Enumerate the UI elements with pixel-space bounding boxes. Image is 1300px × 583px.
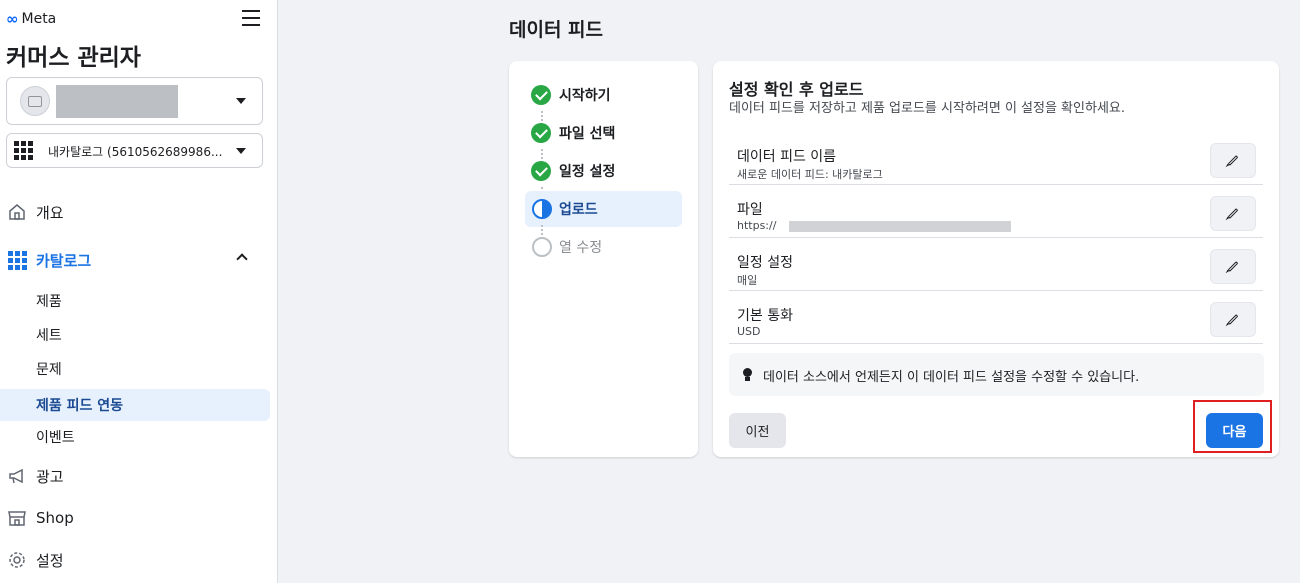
setting-label: 파일 <box>737 202 763 218</box>
nav-sub-issues[interactable]: 문제 <box>0 353 270 385</box>
empty-circle-icon <box>532 237 552 257</box>
caret-down-icon <box>236 98 246 104</box>
pencil-icon <box>1227 155 1239 166</box>
nav-shop-label: Shop <box>36 509 74 527</box>
file-url-redacted <box>789 221 1011 232</box>
nav-sub-products-label: 제품 <box>36 294 62 310</box>
megaphone-icon <box>7 466 27 486</box>
edit-schedule-button[interactable] <box>1210 249 1256 284</box>
step-label: 시작하기 <box>559 88 611 104</box>
business-avatar <box>20 86 50 116</box>
nav-sub-products[interactable]: 제품 <box>0 285 270 317</box>
nav-settings-label: 설정 <box>36 551 64 570</box>
edit-feed-name-button[interactable] <box>1210 143 1256 178</box>
sidebar: ∞ Meta 커머스 관리자 내카탈로그 (5610562689986... 개… <box>0 0 278 583</box>
setting-label: 기본 통화 <box>737 308 793 324</box>
chevron-up-icon[interactable] <box>236 253 248 265</box>
step-label: 파일 선택 <box>559 126 616 142</box>
half-circle-progress-icon <box>532 199 552 219</box>
nav-overview[interactable]: 개요 <box>0 196 270 228</box>
nav-ads[interactable]: 광고 <box>0 460 270 492</box>
business-name-redacted <box>56 85 178 118</box>
nav-shop[interactable]: Shop <box>0 502 270 534</box>
nav-sub-issues-label: 문제 <box>36 362 62 378</box>
setting-value: 새로운 데이터 피드: 내카탈로그 <box>737 168 883 181</box>
tip-box: 데이터 소스에서 언제든지 이 데이터 피드 설정을 수정할 수 있습니다. <box>729 353 1264 396</box>
catalog-grid-icon <box>7 250 27 270</box>
check-circle-icon <box>531 161 551 181</box>
nav-sub-product-feeds[interactable]: 제품 피드 연동 <box>0 389 270 421</box>
gear-icon <box>7 550 27 570</box>
setting-row-schedule: 일정 설정 매일 <box>729 238 1263 291</box>
previous-button[interactable]: 이전 <box>729 413 786 448</box>
check-circle-icon <box>531 123 551 143</box>
pencil-icon <box>1227 208 1239 219</box>
step-label: 일정 설정 <box>559 164 616 180</box>
shop-icon <box>7 508 27 528</box>
setting-row-file: 파일 https:// <box>729 185 1263 238</box>
nav-sub-sets[interactable]: 세트 <box>0 319 270 351</box>
caret-down-icon <box>236 148 246 154</box>
menu-icon[interactable] <box>242 10 260 26</box>
nav-sub-events[interactable]: 이벤트 <box>0 421 270 453</box>
step-label: 열 수정 <box>559 240 603 256</box>
review-card: 설정 확인 후 업로드 데이터 피드를 저장하고 제품 업로드를 시작하려면 이… <box>713 61 1279 457</box>
nav-sub-sets-label: 세트 <box>36 328 62 344</box>
setting-row-currency: 기본 통화 USD <box>729 291 1263 344</box>
nav-catalog-label: 카탈로그 <box>36 251 92 270</box>
meta-brand-text: Meta <box>21 11 57 27</box>
nav-settings[interactable]: 설정 <box>0 544 270 576</box>
edit-currency-button[interactable] <box>1210 302 1256 337</box>
pencil-icon <box>1227 314 1239 325</box>
lightbulb-icon <box>743 368 752 381</box>
setting-value: USD <box>737 325 761 338</box>
nav-sub-events-label: 이벤트 <box>36 430 75 446</box>
edit-file-button[interactable] <box>1210 196 1256 231</box>
page-title: 데이터 피드 <box>509 19 604 41</box>
pencil-icon <box>1227 261 1239 272</box>
business-selector[interactable] <box>6 77 263 125</box>
review-description: 데이터 피드를 저장하고 제품 업로드를 시작하려면 이 설정을 확인하세요. <box>729 101 1125 116</box>
setting-value: 매일 <box>737 274 758 287</box>
catalog-grid-icon <box>14 141 33 160</box>
step-edit-columns[interactable]: 열 수정 <box>525 229 682 265</box>
setting-value: https:// <box>737 219 777 232</box>
step-schedule[interactable]: 일정 설정 <box>525 153 682 189</box>
step-choose-file[interactable]: 파일 선택 <box>525 115 682 151</box>
catalog-selector[interactable]: 내카탈로그 (5610562689986... <box>6 133 263 168</box>
step-get-started[interactable]: 시작하기 <box>525 77 682 113</box>
nav-ads-label: 광고 <box>36 467 64 486</box>
tip-text: 데이터 소스에서 언제든지 이 데이터 피드 설정을 수정할 수 있습니다. <box>763 370 1140 385</box>
nav-sub-product-feeds-label: 제품 피드 연동 <box>36 398 124 414</box>
step-upload[interactable]: 업로드 <box>525 191 682 227</box>
setting-row-feed-name: 데이터 피드 이름 새로운 데이터 피드: 내카탈로그 <box>729 132 1263 185</box>
nav-catalog[interactable]: 카탈로그 <box>0 244 270 276</box>
next-button[interactable]: 다음 <box>1206 413 1263 448</box>
steps-card: 시작하기 파일 선택 일정 설정 업로드 열 수정 <box>509 61 698 457</box>
app-title: 커머스 관리자 <box>6 45 141 71</box>
check-circle-icon <box>531 85 551 105</box>
step-label: 업로드 <box>559 202 598 218</box>
meta-logo[interactable]: ∞ Meta <box>6 10 56 28</box>
nav-overview-label: 개요 <box>36 203 64 222</box>
setting-label: 일정 설정 <box>737 255 793 271</box>
meta-infinity-icon: ∞ <box>6 10 19 28</box>
setting-label: 데이터 피드 이름 <box>737 149 837 165</box>
catalog-selector-label: 내카탈로그 (5610562689986... <box>48 145 223 159</box>
home-icon <box>7 202 27 222</box>
